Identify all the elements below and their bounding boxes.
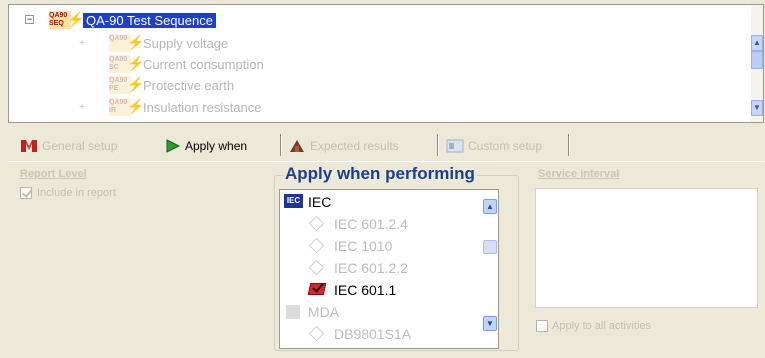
tree-item-label: Insulation resistance: [143, 99, 262, 115]
tree-item-insulation-resistance[interactable]: QA90 IR ⚡ Insulation resistance: [109, 97, 262, 117]
include-in-report-row[interactable]: Include in report: [20, 187, 116, 199]
chevron-up-icon[interactable]: ▲: [751, 35, 763, 51]
standard-item-mda[interactable]: MDA: [284, 302, 339, 322]
chevron-up-icon[interactable]: ▲: [483, 199, 497, 214]
standards-list[interactable]: IEC IEC IEC 601.2.4 IEC 1010 IEC 601.2.2…: [279, 189, 499, 349]
standard-label: IEC 601.2.4: [334, 216, 408, 232]
tree-root-label[interactable]: QA-90 Test Sequence: [83, 12, 216, 28]
scrollbar-thumb[interactable]: [751, 51, 763, 69]
test-step-icon: QA90 PE ⚡: [109, 76, 145, 94]
tab-general-setup[interactable]: General setup: [16, 134, 121, 158]
sequence-icon: QA90 SEQ ⚡: [49, 11, 85, 29]
tree-connector-dot: +: [79, 38, 85, 49]
standard-item-iec-601-2-4[interactable]: IEC 601.2.4: [308, 214, 408, 234]
diamond-icon: [308, 215, 328, 232]
test-sequence-tree[interactable]: − QA90 SEQ ⚡ QA-90 Test Sequence + QA90 …: [8, 4, 764, 123]
standard-item-db9801s1a[interactable]: DB9801S1A: [308, 324, 411, 344]
standard-label: IEC: [308, 194, 332, 210]
diamond-icon: [308, 237, 328, 254]
tree-item-current-consumption[interactable]: QA90 SC ⚡ Current consumption: [109, 54, 264, 74]
checked-book-icon: [307, 280, 328, 298]
tree-root-row[interactable]: QA90 SEQ ⚡ QA-90 Test Sequence: [49, 10, 216, 30]
mda-icon: [284, 304, 304, 320]
standard-item-iec-601-2-2[interactable]: IEC 601.2.2: [308, 258, 408, 278]
tree-item-label: Current consumption: [143, 56, 264, 72]
iec-badge-icon: IEC: [284, 194, 304, 210]
custom-setup-icon: [446, 139, 464, 153]
tab-label: Expected results: [310, 139, 399, 153]
play-arrow-icon: [166, 139, 181, 153]
service-interval-box[interactable]: [535, 188, 758, 308]
diamond-icon: [308, 325, 328, 342]
include-in-report-checkbox[interactable]: [20, 187, 32, 199]
test-step-icon: QA90 ⚡: [109, 34, 145, 52]
scrollbar-thumb[interactable]: [483, 240, 497, 254]
tree-item-label: Supply voltage: [143, 35, 229, 51]
apply-to-all-label: Apply to all activities: [552, 320, 652, 332]
report-level-title: Report Level: [20, 168, 87, 180]
collapse-expander-icon[interactable]: −: [25, 15, 34, 24]
standard-label: DB9801S1A: [334, 326, 412, 342]
service-interval-title: Service interval: [538, 168, 620, 180]
apply-to-all-row[interactable]: Apply to all activities: [536, 320, 651, 332]
tree-item-supply-voltage[interactable]: QA90 ⚡ Supply voltage: [109, 33, 228, 53]
tree-item-label: Protective earth: [143, 77, 235, 93]
chevron-down-icon[interactable]: ▼: [751, 100, 763, 116]
tree-scrollbar[interactable]: ▲ ▼: [751, 5, 763, 122]
standard-item-iec-1010[interactable]: IEC 1010: [308, 236, 392, 256]
general-setup-icon: [21, 140, 37, 152]
standard-label: IEC 601.1: [334, 282, 397, 298]
standards-scrollbar[interactable]: ▲ ▼: [482, 190, 498, 348]
diamond-icon: [308, 259, 328, 276]
apply-when-title: Apply when performing: [283, 164, 477, 184]
tree-connector-dot: +: [79, 102, 85, 113]
tab-strip: General setup Apply when Expected result…: [8, 128, 764, 160]
tab-custom-setup[interactable]: Custom setup: [442, 134, 546, 158]
tab-label: Apply when: [185, 139, 248, 153]
standard-label: IEC 1010: [334, 238, 393, 254]
include-in-report-label: Include in report: [37, 187, 116, 199]
tab-expected-results[interactable]: Expected results: [284, 134, 403, 158]
chevron-down-icon[interactable]: ▼: [483, 316, 497, 331]
standard-label: MDA: [308, 304, 340, 320]
test-step-icon: QA90 SC ⚡: [109, 55, 145, 73]
tab-label: Custom setup: [468, 139, 543, 153]
standard-item-iec-601-1[interactable]: IEC 601.1: [307, 280, 397, 300]
tree-item-protective-earth[interactable]: QA90 PE ⚡ Protective earth: [109, 75, 234, 95]
standard-label: IEC 601.2.2: [334, 260, 408, 276]
test-step-icon: QA90 IR ⚡: [109, 98, 145, 116]
apply-to-all-checkbox[interactable]: [536, 320, 548, 332]
tab-label: General setup: [42, 139, 118, 153]
apply-when-panel: Report Level Include in report Apply whe…: [8, 161, 764, 356]
tab-apply-when[interactable]: Apply when: [161, 134, 251, 158]
expected-results-icon: [290, 140, 304, 152]
standard-item-iec[interactable]: IEC IEC: [284, 192, 331, 212]
